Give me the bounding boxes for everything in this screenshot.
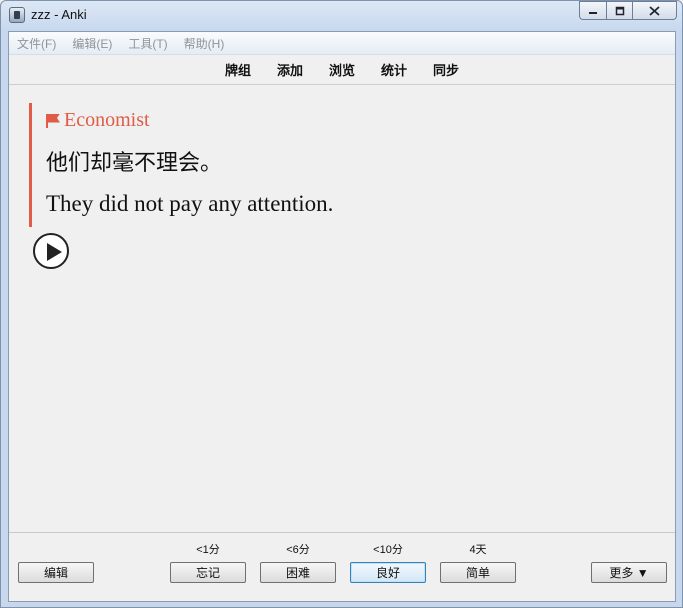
- title-bar[interactable]: zzz - Anki: [1, 1, 682, 29]
- minimize-icon: [589, 11, 597, 14]
- maximize-icon: [615, 6, 624, 15]
- answer-bar: 编辑 <1分 忘记 <6分 困难 <10分 良好 4天 简单 更多 ▼: [9, 532, 675, 603]
- anki-icon[interactable]: [9, 7, 25, 23]
- interval-easy: 4天: [469, 544, 487, 556]
- close-button[interactable]: [632, 1, 677, 20]
- toolbar-stats-link[interactable]: 统计: [381, 60, 407, 79]
- hard-button[interactable]: 困难: [260, 562, 336, 583]
- menu-bar: 文件(F) 编辑(E) 工具(T) 帮助(H): [9, 32, 675, 55]
- card-english-sentence: They did not pay any attention.: [46, 191, 334, 216]
- menu-tools[interactable]: 工具(T): [128, 35, 167, 52]
- good-button[interactable]: 良好: [350, 562, 426, 583]
- menu-help[interactable]: 帮助(H): [184, 35, 225, 52]
- card-view: Economist 他们却毫不理会。 They did not pay any …: [9, 85, 675, 532]
- card-content: Economist 他们却毫不理会。 They did not pay any …: [29, 103, 429, 227]
- card-source: Economist: [46, 109, 150, 132]
- interval-again: <1分: [196, 544, 220, 556]
- source-label: Economist: [64, 109, 150, 131]
- edit-button[interactable]: 编辑: [18, 562, 94, 583]
- minimize-button[interactable]: [579, 1, 606, 20]
- window-title: zzz - Anki: [31, 7, 87, 22]
- interval-hard: <6分: [286, 544, 310, 556]
- toolbar-decks-link[interactable]: 牌组: [225, 60, 251, 79]
- easy-button[interactable]: 简单: [440, 562, 516, 583]
- card-chinese-sentence: 他们却毫不理会。: [46, 151, 223, 176]
- interval-good: <10分: [373, 544, 403, 556]
- menu-file[interactable]: 文件(F): [17, 35, 56, 52]
- toolbar-browse-link[interactable]: 浏览: [329, 60, 355, 79]
- main-client-area: 文件(F) 编辑(E) 工具(T) 帮助(H) 牌组 添加 浏览 统计 同步 E…: [8, 31, 676, 602]
- audio-play-button[interactable]: [33, 233, 69, 269]
- play-icon: [47, 243, 62, 261]
- again-button[interactable]: 忘记: [170, 562, 246, 583]
- more-button[interactable]: 更多 ▼: [591, 562, 667, 583]
- top-toolbar: 牌组 添加 浏览 统计 同步: [9, 55, 675, 85]
- toolbar-add-link[interactable]: 添加: [277, 60, 303, 79]
- close-icon: [649, 5, 660, 16]
- toolbar-sync-link[interactable]: 同步: [433, 60, 459, 79]
- menu-edit[interactable]: 编辑(E): [72, 35, 112, 52]
- maximize-button[interactable]: [606, 1, 632, 20]
- caption-buttons: [579, 1, 677, 20]
- app-window: zzz - Anki 文件(F) 编辑(E) 工具(T) 帮助(H) 牌组 添加…: [0, 0, 683, 608]
- flag-icon: [46, 113, 60, 128]
